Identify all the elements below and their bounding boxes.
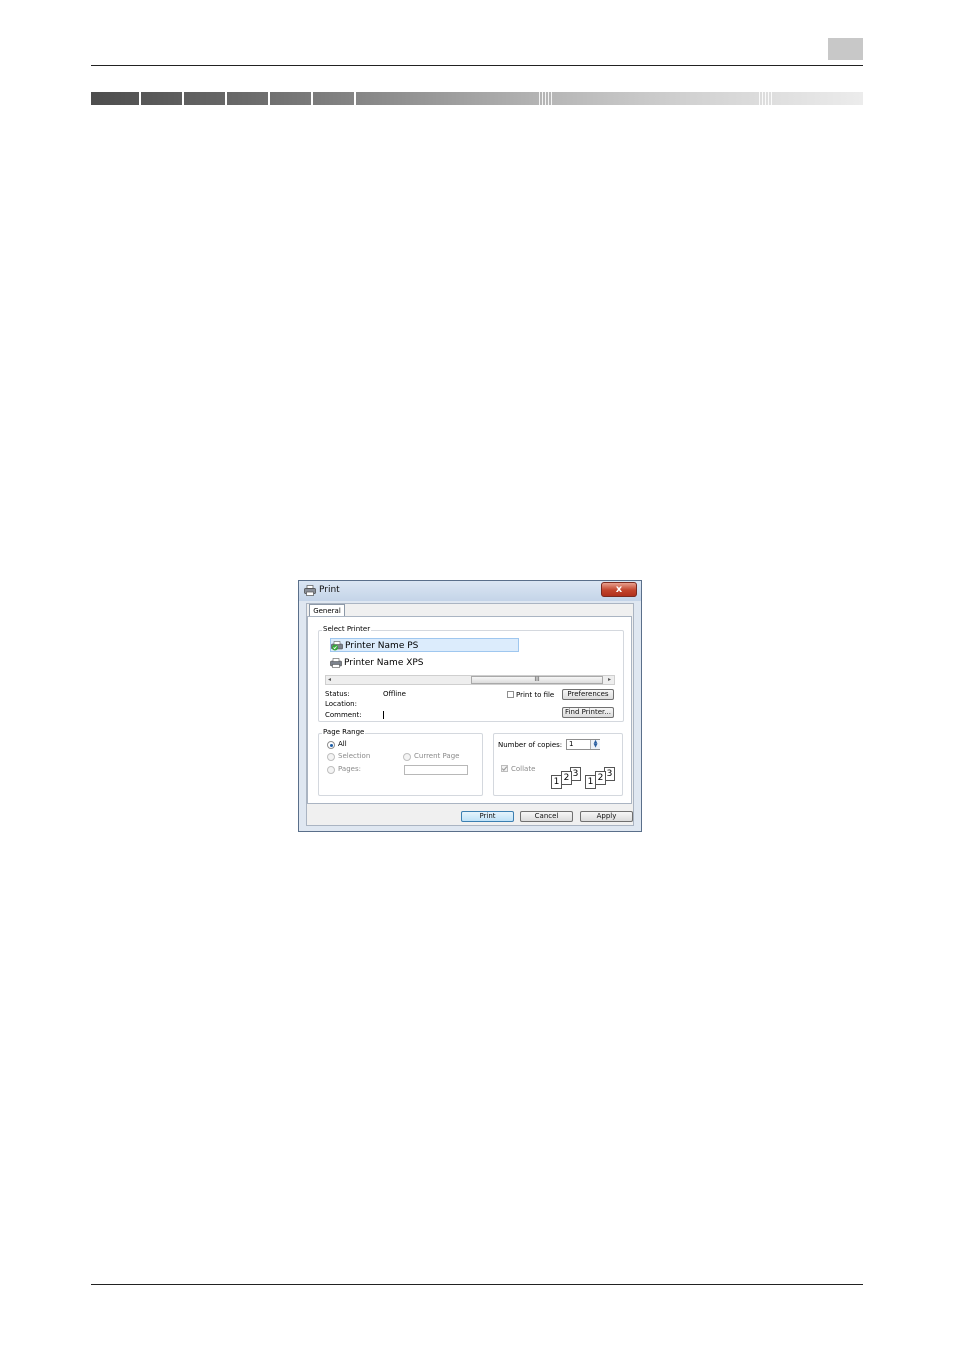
default-printer-icon: [331, 640, 343, 650]
spinner-arrows-icon[interactable]: ▲ ▼: [590, 740, 600, 749]
preferences-button[interactable]: Preferences: [562, 689, 614, 700]
apply-button[interactable]: Apply: [580, 811, 633, 822]
status-value: Offline: [383, 690, 406, 698]
status-label: Status:: [325, 690, 350, 698]
range-current-page-label: Current Page: [414, 752, 460, 760]
copies-spinner[interactable]: 1 ▲ ▼: [566, 739, 600, 750]
number-of-copies-label: Number of copies:: [498, 741, 563, 749]
range-all-label: All: [338, 740, 347, 748]
printer-item-xps[interactable]: Printer Name XPS: [330, 656, 520, 670]
find-printer-button[interactable]: Find Printer...: [562, 707, 614, 718]
print-button[interactable]: Print: [461, 811, 514, 822]
printer-icon: [330, 657, 342, 668]
close-button[interactable]: x: [601, 582, 637, 597]
printer-name: Printer Name PS: [345, 641, 419, 651]
chapter-number-box: [828, 38, 863, 60]
comment-label: Comment:: [325, 711, 362, 719]
range-selection-label: Selection: [338, 752, 371, 760]
collate-label: Collate: [511, 765, 536, 773]
range-pages-radio[interactable]: [327, 766, 335, 774]
collate-checkbox[interactable]: [501, 765, 508, 772]
collate-sheet-2b: 2: [595, 771, 606, 785]
printer-list-scrollbar[interactable]: ◂ III ▸: [325, 675, 615, 685]
scroll-left-arrow-icon[interactable]: ◂: [328, 676, 331, 683]
pages-input[interactable]: [404, 765, 468, 775]
printer-item-ps[interactable]: Printer Name PS: [330, 638, 519, 652]
checkmark-icon: [501, 766, 508, 772]
printer-name: Printer Name XPS: [344, 658, 424, 668]
footer-rule: [91, 1284, 863, 1285]
text-cursor: [383, 711, 384, 719]
dialog-title: Print: [319, 585, 340, 595]
print-to-file-checkbox[interactable]: [507, 691, 514, 698]
cancel-button[interactable]: Cancel: [520, 811, 573, 822]
range-current-page-radio[interactable]: [403, 753, 411, 761]
range-selection-radio[interactable]: [327, 753, 335, 761]
collate-sheet-1b: 1: [585, 775, 596, 789]
printer-list[interactable]: Printer Name PS Printer Name XPS: [330, 638, 520, 676]
range-all-radio[interactable]: [327, 741, 335, 749]
range-pages-label: Pages:: [338, 765, 361, 773]
print-to-file-label: Print to file: [516, 691, 555, 699]
location-label: Location:: [325, 700, 357, 708]
copies-value: 1: [569, 740, 574, 748]
scroll-right-arrow-icon[interactable]: ▸: [608, 676, 611, 683]
dialog-titlebar: Print x: [299, 581, 641, 601]
printer-icon: [304, 585, 316, 596]
section-banner: [91, 92, 863, 105]
collate-sheet-1: 1: [551, 775, 562, 789]
select-printer-legend: Select Printer: [322, 625, 372, 633]
header-rule: [91, 65, 863, 66]
collate-sheet-2: 2: [561, 771, 572, 785]
page-range-legend: Page Range: [322, 728, 366, 736]
scrollbar-thumb[interactable]: III: [471, 676, 603, 684]
